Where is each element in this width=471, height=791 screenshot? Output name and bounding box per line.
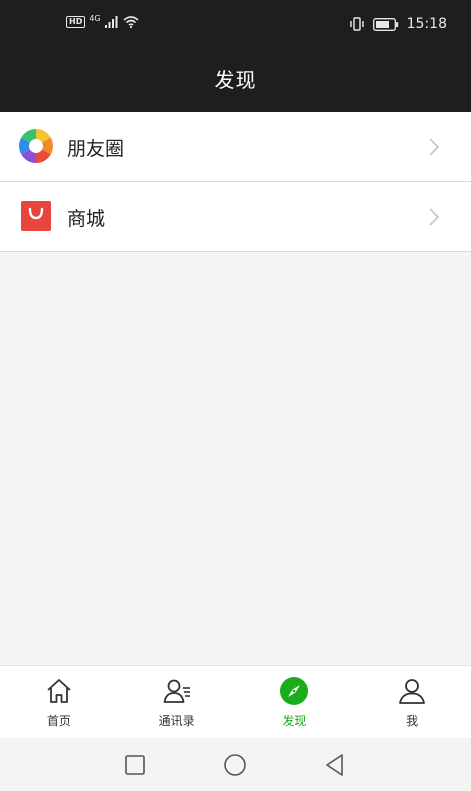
bottom-nav: 首页 通讯录 发现 我 xyxy=(0,665,471,738)
list-item-label: 朋友圈 xyxy=(67,138,125,160)
triangle-back-icon[interactable] xyxy=(322,752,348,778)
discover-list: 朋友圈 商城 xyxy=(0,112,471,252)
tab-home[interactable]: 首页 xyxy=(0,666,118,739)
tab-label: 首页 xyxy=(46,714,71,728)
tab-label: 通讯录 xyxy=(158,714,195,728)
circle-home-icon[interactable] xyxy=(222,752,248,778)
tab-me[interactable]: 我 xyxy=(353,666,471,739)
list-item-moments[interactable]: 朋友圈 xyxy=(0,112,471,182)
network-type: 4G xyxy=(89,13,101,23)
system-nav-bar xyxy=(0,738,471,791)
moments-aperture-icon xyxy=(19,129,53,163)
status-right: 15:18 xyxy=(349,16,447,32)
square-recent-icon[interactable] xyxy=(122,752,148,778)
tab-label: 发现 xyxy=(282,714,307,728)
hd-badge: HD xyxy=(66,16,86,28)
tab-contacts[interactable]: 通讯录 xyxy=(118,666,236,739)
top-bar: HD 4G 15:18 发现 xyxy=(0,0,471,112)
clock: 15:18 xyxy=(406,16,447,32)
compass-icon xyxy=(280,677,309,705)
wifi-icon xyxy=(123,16,139,28)
list-item-label: 商城 xyxy=(67,208,106,230)
tab-discover[interactable]: 发现 xyxy=(236,666,354,739)
contacts-icon xyxy=(163,679,190,703)
signal-icon xyxy=(104,16,118,28)
list-item-shop[interactable]: 商城 xyxy=(0,182,471,252)
person-icon xyxy=(399,679,426,704)
vibrate-icon xyxy=(349,17,364,31)
home-icon xyxy=(47,679,71,703)
status-left: HD 4G xyxy=(66,13,139,28)
page-title: 发现 xyxy=(214,68,257,92)
battery-icon xyxy=(372,17,398,31)
shopping-bag-icon xyxy=(21,201,51,231)
chevron-right-icon xyxy=(429,208,440,226)
tab-label: 我 xyxy=(406,714,419,728)
status-bar: HD 4G 15:18 xyxy=(0,14,471,40)
chevron-right-icon xyxy=(429,138,440,156)
